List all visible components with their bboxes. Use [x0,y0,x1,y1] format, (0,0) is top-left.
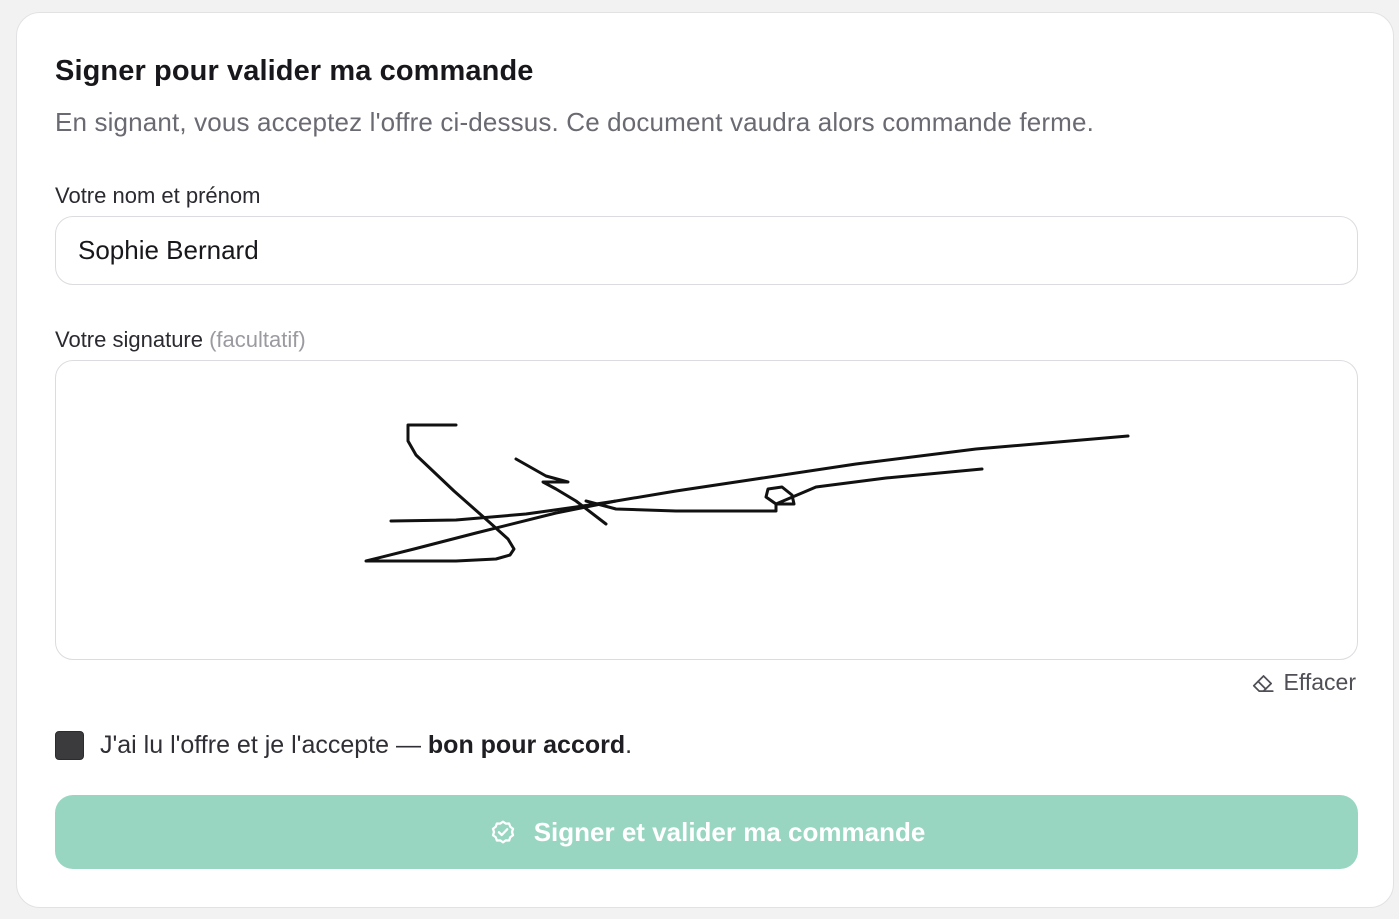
form-title: Signer pour valider ma commande [55,55,534,87]
signature-pad[interactable] [55,360,1358,660]
signature-drawing [364,423,1130,563]
signature-label-text: Votre signature [55,327,203,352]
consent-row: J'ai lu l'offre et je l'accepte — bon po… [55,731,632,760]
name-input[interactable] [55,216,1358,285]
consent-checkbox[interactable] [55,731,84,760]
consent-strong-text: bon pour accord [427,731,626,759]
check-circle-icon [491,820,514,844]
eraser-icon [1252,674,1274,692]
consent-label: J'ai lu l'offre et je l'accepte — bon po… [100,731,632,760]
clear-signature-button[interactable]: Effacer [1250,669,1356,696]
signature-label: Votre signature (facultatif) [55,327,306,353]
submit-label: Signer et valider ma commande [533,816,926,847]
form-subtitle: En signant, vous acceptez l'offre ci-des… [55,107,1094,137]
name-label-text: Votre nom et prénom [55,183,261,208]
consent-text: J'ai lu l'offre et je l'accepte — [100,731,428,759]
submit-button[interactable]: Signer et valider ma commande [55,795,1358,869]
signature-optional-text: (facultatif) [209,327,306,352]
name-label: Votre nom et prénom [55,183,260,209]
signature-stroke-1 [364,423,1130,563]
clear-signature-label: Effacer [1283,669,1356,695]
consent-end-text: . [625,731,633,759]
signature-stroke-5 [764,467,984,506]
signature-card: Signer pour valider ma commande En signa… [16,12,1394,908]
